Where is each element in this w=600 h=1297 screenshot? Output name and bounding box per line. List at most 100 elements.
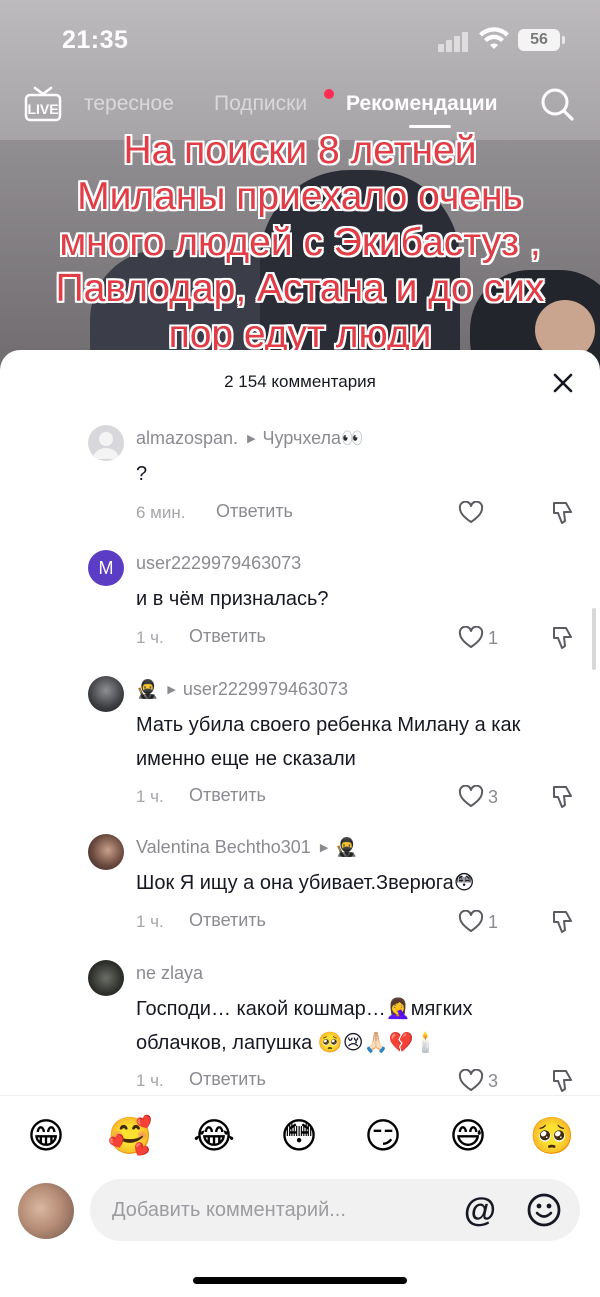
- emoji-joy-button[interactable]: 😂: [190, 1112, 238, 1160]
- comment-input-bar: @: [0, 1177, 600, 1297]
- comment-header: ne zlaya: [136, 960, 203, 986]
- reply-arrow-icon: ▶: [319, 841, 329, 854]
- comment-text: ?: [136, 463, 148, 485]
- tab-interesting[interactable]: тересное: [84, 92, 174, 116]
- comment-item: ne zlaya Господи… какой кошмар…🤦‍♀️мягки…: [0, 960, 600, 1100]
- comment-username[interactable]: almazospan.: [136, 428, 238, 449]
- reply-arrow-icon: ▶: [167, 683, 176, 696]
- avatar-initial: M: [98, 558, 114, 578]
- comment-item: 🥷 ▶ user2229979463073 Мать убила своего …: [0, 676, 600, 816]
- video-caption: На поиски 8 летней Миланы приехало очень…: [55, 129, 545, 356]
- comment-actions: 1 ч. Ответить 1: [136, 624, 576, 652]
- comment-time: 1 ч.: [136, 1071, 164, 1090]
- comment-username[interactable]: user2229979463073: [136, 553, 301, 574]
- comment-input-container[interactable]: @: [90, 1179, 580, 1241]
- cellular-signal-icon: [438, 30, 470, 52]
- comment-username[interactable]: 🥷: [136, 679, 158, 700]
- dislike-icon[interactable]: [550, 1067, 576, 1095]
- battery-indicator: 56: [518, 29, 565, 51]
- comment-header: almazospan. ▶ Чурчхела👀: [136, 425, 363, 451]
- comment-header: 🥷 ▶ user2229979463073: [136, 676, 348, 702]
- reply-button[interactable]: Ответить: [189, 1069, 266, 1090]
- emoji-smirk-button[interactable]: 😏: [359, 1112, 407, 1160]
- emoji-hearts-button[interactable]: 🥰: [106, 1112, 154, 1160]
- like-count: 1: [488, 911, 499, 932]
- heart-icon: [458, 626, 484, 648]
- heart-icon: [458, 1069, 484, 1091]
- avatar[interactable]: [88, 676, 124, 712]
- comment-item: almazospan. ▶ Чурчхела👀 ? 6 мин. Ответит…: [0, 425, 600, 535]
- comment-text: Мать убила своего ребенка Милану а как и…: [136, 714, 521, 770]
- avatar[interactable]: M: [88, 550, 124, 586]
- default-avatar-icon: [93, 432, 119, 459]
- comment-header: user2229979463073: [136, 550, 301, 576]
- dislike-icon[interactable]: [550, 624, 576, 652]
- emoji-sweat-smile-button[interactable]: 😅: [444, 1112, 492, 1160]
- my-avatar[interactable]: [18, 1183, 74, 1239]
- notification-dot: [324, 89, 334, 99]
- reply-to-username[interactable]: 🥷: [335, 837, 357, 858]
- search-icon[interactable]: [539, 86, 575, 122]
- comment-actions: 6 мин. Ответить: [136, 499, 576, 527]
- live-label: LIVE: [27, 101, 58, 117]
- emoji-picker-icon[interactable]: [526, 1192, 562, 1228]
- like-count: 1: [488, 627, 499, 648]
- comment-header: Valentina Bechtho301 ▶ 🥷: [136, 834, 358, 860]
- dislike-icon[interactable]: [550, 783, 576, 811]
- comments-header: 2 154 комментария: [0, 350, 600, 414]
- comment-username[interactable]: ne zlaya: [136, 963, 203, 984]
- comment-item: Valentina Bechtho301 ▶ 🥷 Шок Я ищу а она…: [0, 834, 600, 944]
- mention-button[interactable]: @: [462, 1192, 498, 1228]
- like-button[interactable]: 3: [458, 783, 498, 811]
- reply-button[interactable]: Ответить: [216, 501, 293, 522]
- comment-actions: 1 ч. Ответить 3: [136, 783, 576, 811]
- avatar[interactable]: [88, 425, 124, 461]
- like-button[interactable]: [458, 499, 488, 527]
- comment-time: 1 ч.: [136, 628, 164, 647]
- reply-button[interactable]: Ответить: [189, 626, 266, 647]
- reply-to-username[interactable]: Чурчхела👀: [263, 428, 364, 449]
- status-bar: 21:35 56: [0, 0, 600, 80]
- emoji-pleading-button[interactable]: 🥺: [528, 1112, 576, 1160]
- reply-button[interactable]: Ответить: [189, 785, 266, 806]
- tab-following[interactable]: Подписки: [214, 92, 307, 116]
- dislike-icon[interactable]: [550, 908, 576, 936]
- comment-count: 2 154 комментария: [224, 372, 376, 391]
- comment-username[interactable]: Valentina Bechtho301: [136, 837, 311, 858]
- heart-icon: [458, 910, 484, 932]
- comment-input[interactable]: [112, 1179, 452, 1241]
- dislike-icon[interactable]: [550, 499, 576, 527]
- emoji-flushed-button[interactable]: 😳: [275, 1112, 323, 1160]
- comment-text: Шок Я ищу а она убивает.Зверюга😳: [136, 872, 475, 894]
- comment-time: 1 ч.: [136, 787, 164, 806]
- avatar[interactable]: [88, 834, 124, 870]
- wifi-icon: [479, 27, 509, 49]
- comment-time: 1 ч.: [136, 912, 164, 931]
- home-indicator[interactable]: [193, 1277, 407, 1284]
- like-button[interactable]: 1: [458, 624, 498, 652]
- like-count: 3: [488, 1070, 499, 1091]
- close-icon[interactable]: [548, 368, 578, 398]
- like-button[interactable]: 3: [458, 1067, 498, 1095]
- tab-recommendations[interactable]: Рекомендации: [346, 92, 498, 116]
- reply-to-username[interactable]: user2229979463073: [183, 679, 348, 700]
- top-navigation: LIVE тересное Подписки Рекомендации: [0, 80, 600, 130]
- like-button[interactable]: 1: [458, 908, 498, 936]
- live-tv-icon[interactable]: LIVE: [24, 86, 62, 122]
- heart-icon: [458, 785, 484, 807]
- like-count: 3: [488, 786, 499, 807]
- at-sign-icon: @: [463, 1191, 497, 1228]
- reply-arrow-icon: ▶: [247, 432, 256, 445]
- emoji-grinning-button[interactable]: 😁: [22, 1112, 70, 1160]
- status-time: 21:35: [62, 26, 129, 54]
- comment-actions: 1 ч. Ответить 1: [136, 908, 576, 936]
- quick-emoji-bar: 😁 🥰 😂 😳 😏 😅 🥺: [0, 1095, 600, 1177]
- comment-item: M user2229979463073 и в чём призналась? …: [0, 550, 600, 660]
- comment-time: 6 мин.: [136, 503, 186, 522]
- comment-text: и в чём призналась?: [136, 588, 329, 610]
- comment-text: Господи… какой кошмар…🤦‍♀️мягких облачко…: [136, 998, 473, 1054]
- comment-actions: 1 ч. Ответить 3: [136, 1067, 576, 1095]
- heart-icon: [458, 501, 484, 523]
- avatar[interactable]: [88, 960, 124, 996]
- reply-button[interactable]: Ответить: [189, 910, 266, 931]
